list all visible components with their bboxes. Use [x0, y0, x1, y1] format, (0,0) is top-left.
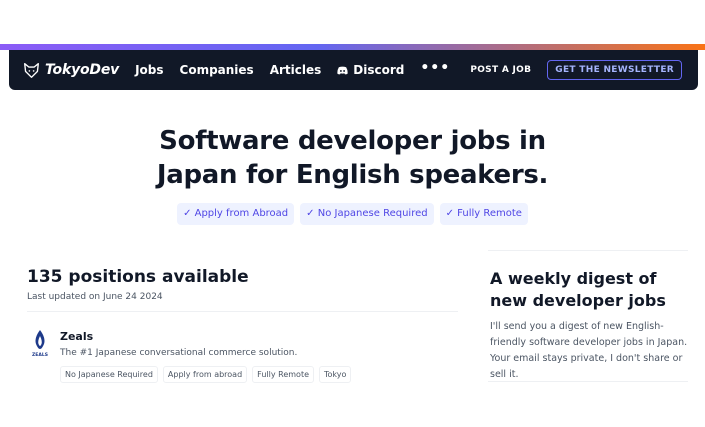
fox-logo-icon: [24, 62, 39, 78]
job-tag[interactable]: Fully Remote: [252, 366, 314, 383]
hero-title-line-2: Japan for English speakers.: [156, 160, 549, 190]
newsletter-button[interactable]: GET THE NEWSLETTER: [547, 60, 682, 80]
job-tag[interactable]: Tokyo: [319, 366, 352, 383]
job-company-name[interactable]: Zeals: [60, 330, 93, 343]
chip-no-japanese-required[interactable]: ✓ No Japanese Required: [300, 203, 434, 225]
post-job-link[interactable]: POST A JOB: [470, 65, 531, 75]
digest-title: A weekly digest of new developer jobs: [490, 269, 666, 310]
chip-fully-remote[interactable]: ✓ Fully Remote: [439, 203, 528, 225]
job-tag[interactable]: Apply from abroad: [162, 366, 248, 383]
nav-link-discord[interactable]: Discord: [337, 63, 404, 77]
divider: [488, 381, 688, 382]
chip-apply-from-abroad[interactable]: ✓ Apply from Abroad: [177, 203, 295, 225]
brand-name: TokyoDev: [45, 62, 120, 78]
nav-link-jobs[interactable]: Jobs: [135, 63, 163, 77]
discord-icon: [337, 66, 348, 74]
positions-count-title: 135 positions available: [27, 267, 249, 287]
job-tag[interactable]: No Japanese Required: [60, 366, 158, 383]
discord-label: Discord: [353, 63, 405, 77]
divider: [27, 311, 458, 312]
digest-description: I'll send you a digest of new English-fr…: [490, 321, 688, 380]
brand-logo[interactable]: TokyoDev: [23, 62, 119, 79]
nav-link-companies[interactable]: Companies: [180, 63, 254, 77]
hero-title-line-1: Software developer jobs in: [159, 126, 546, 156]
job-tags: No Japanese Required Apply from abroad F…: [60, 366, 352, 383]
nav-link-articles[interactable]: Articles: [270, 63, 322, 77]
more-menu-icon[interactable]: •••: [420, 60, 450, 76]
job-description: The #1 Japanese conversational commerce …: [60, 348, 298, 358]
divider: [488, 250, 688, 251]
hero-title: Software developer jobs in Japan for Eng…: [0, 124, 705, 192]
filter-chips: ✓ Apply from Abroad ✓ No Japanese Requir…: [0, 203, 705, 225]
zeals-logo[interactable]: ZEALS: [30, 328, 50, 358]
zeals-logo-text: ZEALS: [32, 352, 48, 358]
last-updated-text: Last updated on June 24 2024: [27, 292, 163, 302]
top-navbar: TokyoDev Jobs Companies Articles Discord…: [9, 50, 698, 90]
